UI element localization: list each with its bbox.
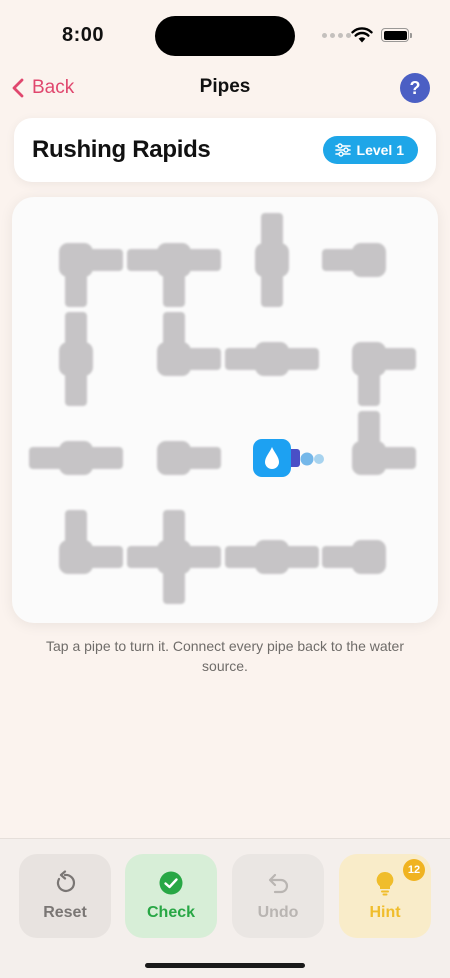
home-indicator — [145, 963, 305, 968]
pipe-tile-r1-c0-straight[interactable] — [59, 312, 93, 406]
pipe-tile-r2-c1-end[interactable] — [157, 441, 221, 475]
page-title: Pipes — [199, 76, 251, 97]
water-bubble — [314, 454, 324, 464]
instructions-text: Tap a pipe to turn it. Connect every pip… — [46, 638, 404, 674]
hint-count-badge: 12 — [403, 859, 425, 881]
pipe-tile-r3-c2-straight[interactable] — [225, 540, 319, 574]
pipe-hub — [59, 342, 93, 376]
pipe-tile-r0-c1-tee[interactable] — [127, 243, 221, 307]
pipe-tile-r2-c0-straight[interactable] — [29, 441, 123, 475]
lightbulb-icon — [376, 871, 394, 896]
pipe-board — [12, 197, 438, 623]
checkmark-circle-icon — [159, 871, 183, 895]
pipe-hub — [352, 540, 386, 574]
battery-icon — [381, 28, 412, 42]
help-button[interactable]: ? — [400, 73, 430, 103]
pipe-tile-r3-c0-elbow[interactable] — [59, 510, 123, 574]
pipe-hub — [157, 441, 191, 475]
check-label: Check — [146, 904, 196, 921]
undo-label: Undo — [257, 904, 299, 921]
pipe-tile-r0-c2-straight[interactable] — [255, 213, 289, 307]
pipe-hub — [59, 540, 93, 574]
pipe-hub — [255, 243, 289, 277]
pipe-tile-r0-c3-end[interactable] — [322, 243, 386, 277]
pipe-hub — [255, 540, 289, 574]
undo-icon — [268, 873, 289, 894]
bottom-action-bar: Reset Check Undo Hint 12 — [0, 838, 450, 978]
level-selector-button[interactable]: Level 1 — [322, 136, 418, 164]
pipe-tile-r3-c1-cross[interactable] — [127, 510, 221, 604]
hint-label: Hint — [369, 904, 401, 921]
sliders-icon — [334, 143, 351, 157]
pipe-tile-r2-c3-elbow[interactable] — [352, 411, 416, 475]
pipe-hub — [59, 441, 93, 475]
pipe-tile-r3-c3-end[interactable] — [322, 540, 386, 574]
pipe-tile-r1-c2-straight[interactable] — [225, 342, 319, 376]
pipe-grid — [29, 213, 416, 604]
reset-button[interactable]: Reset — [19, 854, 111, 938]
pipe-hub — [352, 441, 386, 475]
check-button[interactable]: Check — [125, 854, 217, 938]
status-bar: 8:00 — [0, 0, 450, 70]
water-bubble — [300, 452, 314, 466]
status-time: 8:00 — [62, 24, 105, 46]
dynamic-island — [155, 16, 295, 56]
undo-button[interactable]: Undo — [232, 854, 324, 938]
level-name: Rushing Rapids — [32, 136, 211, 163]
pipe-hub — [352, 243, 386, 277]
pipe-hub — [352, 342, 386, 376]
level-badge-label: Level 1 — [356, 142, 404, 158]
pipe-hub — [157, 243, 191, 277]
signal-icon — [322, 33, 351, 38]
pipe-hub — [157, 342, 191, 376]
pipe-tile-r0-c0-elbow[interactable] — [59, 243, 123, 307]
pipe-hub — [157, 540, 191, 574]
reset-icon — [56, 870, 76, 892]
pipe-tile-r1-c3-elbow[interactable] — [352, 342, 416, 406]
wifi-icon — [351, 27, 373, 43]
level-card: Rushing Rapids Level 1 — [14, 118, 436, 182]
water-source[interactable] — [253, 439, 324, 477]
pipe-hub — [59, 243, 93, 277]
pipe-hub — [255, 342, 289, 376]
pipe-tile-r1-c1-elbow[interactable] — [157, 312, 221, 376]
hint-button[interactable]: Hint 12 — [339, 854, 431, 938]
reset-label: Reset — [43, 904, 87, 921]
